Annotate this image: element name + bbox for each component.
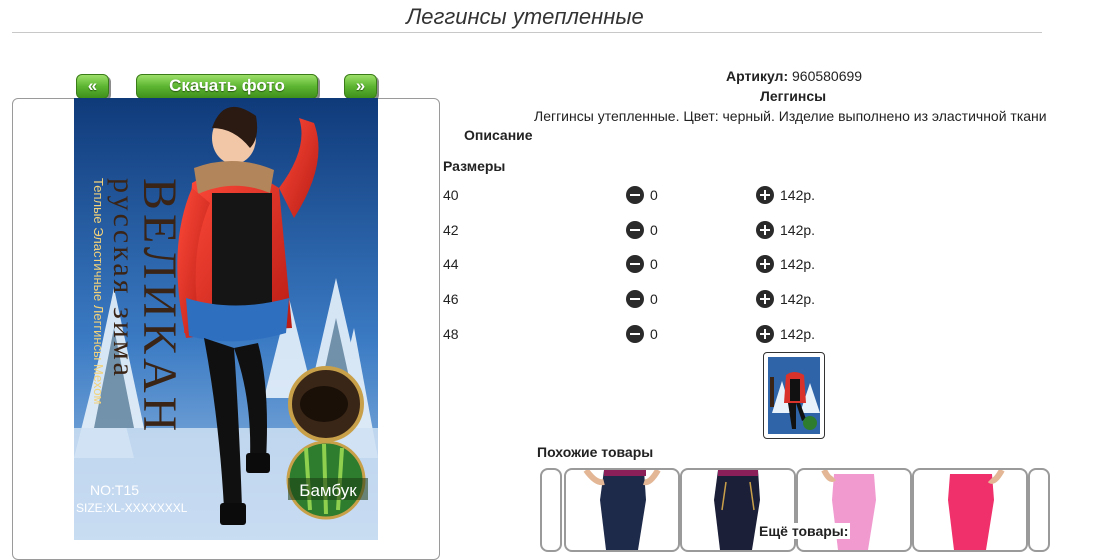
bamboo-badge-text: Бамбук <box>299 481 357 500</box>
article-label: Артикул: <box>726 68 789 84</box>
product-thumbnail[interactable] <box>763 352 825 439</box>
product-photo[interactable]: ВЕЛИКАН русская зима Теплые Эластичные Л… <box>74 98 378 540</box>
price-value: 142р. <box>780 187 816 203</box>
quantity-value: 0 <box>650 256 658 272</box>
minus-icon[interactable] <box>626 186 644 204</box>
size-row: 46 0 142р. <box>443 290 943 310</box>
similar-product-image <box>583 470 661 550</box>
minus-icon[interactable] <box>626 255 644 273</box>
description-label: Описание <box>464 127 533 143</box>
article-value: 960580699 <box>792 68 863 84</box>
plus-icon[interactable] <box>756 290 774 308</box>
brand-side-text: Теплые Эластичные Леггинсы Мехом <box>91 178 106 404</box>
similar-product-pants <box>600 470 646 550</box>
title-divider <box>12 32 1042 33</box>
price-value: 142р. <box>780 291 816 307</box>
quantity-value: 0 <box>650 222 658 238</box>
product-package-image: ВЕЛИКАН русская зима Теплые Эластичные Л… <box>74 98 378 540</box>
download-photo-button[interactable]: Скачать фото <box>136 74 318 99</box>
minus-icon[interactable] <box>626 325 644 343</box>
model-number-text: NO:T15 <box>90 482 139 498</box>
carousel-next-edge[interactable] <box>1028 468 1050 552</box>
minus-icon[interactable] <box>626 290 644 308</box>
description-text: Леггинсы утепленные. Цвет: черный. Издел… <box>534 108 1047 124</box>
plus-icon[interactable] <box>756 186 774 204</box>
plus-icon[interactable] <box>756 221 774 239</box>
similar-product-pants <box>948 474 994 550</box>
carousel-prev-edge[interactable] <box>540 468 562 552</box>
size-value: 46 <box>443 291 459 307</box>
similar-product-card[interactable] <box>680 468 796 552</box>
size-row: 48 0 142р. <box>443 325 943 345</box>
sizes-label: Размеры <box>443 158 506 174</box>
price-value: 142р. <box>780 256 816 272</box>
size-value: 44 <box>443 256 459 272</box>
similar-product-card[interactable] <box>564 468 680 552</box>
quantity-value: 0 <box>650 291 658 307</box>
plus-icon[interactable] <box>756 255 774 273</box>
size-row: 42 0 142р. <box>443 221 943 241</box>
size-row: 44 0 142р. <box>443 255 943 275</box>
similar-product-card[interactable] <box>912 468 1028 552</box>
size-value: 48 <box>443 326 459 342</box>
category-label: Леггинсы <box>760 88 827 104</box>
prev-photo-button[interactable]: « <box>76 74 109 99</box>
similar-product-image <box>948 470 1005 550</box>
similar-product-card[interactable] <box>796 468 912 552</box>
page-title: Леггинсы утепленные <box>406 4 644 29</box>
plus-icon[interactable] <box>756 325 774 343</box>
more-products-label: Ещё товары: <box>757 523 851 539</box>
size-value: 40 <box>443 187 459 203</box>
thumbnail-image <box>768 357 820 434</box>
brand-subtitle-text: русская зима <box>107 178 140 379</box>
quantity-value: 0 <box>650 326 658 342</box>
similar-products-label: Похожие товары <box>537 444 654 460</box>
size-range-text: SIZE:XL-XXXXXXXL <box>76 501 188 515</box>
similar-product-pants <box>714 470 760 550</box>
minus-icon[interactable] <box>626 221 644 239</box>
quantity-value: 0 <box>650 187 658 203</box>
next-photo-button[interactable]: » <box>344 74 377 99</box>
price-value: 142р. <box>780 222 816 238</box>
article-line: Артикул: 960580699 <box>726 68 862 84</box>
size-value: 42 <box>443 222 459 238</box>
size-row: 40 0 142р. <box>443 186 943 206</box>
price-value: 142р. <box>780 326 816 342</box>
